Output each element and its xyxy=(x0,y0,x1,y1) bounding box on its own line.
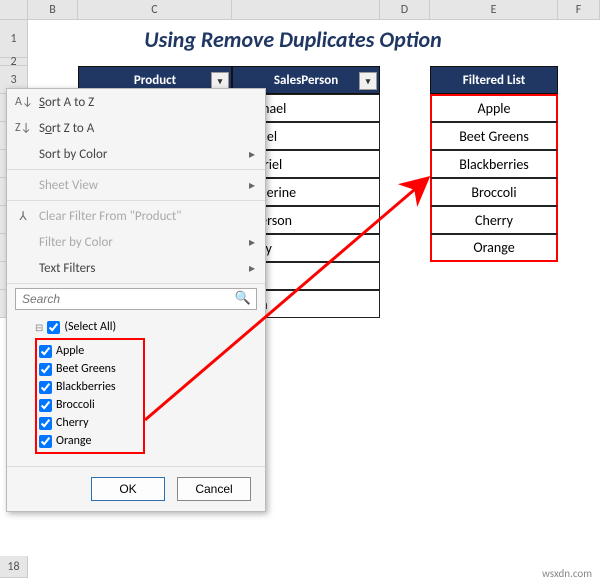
filter-item-row[interactable]: Beet Greens xyxy=(39,360,141,378)
sort-az[interactable]: A↓ Sort A to Z xyxy=(7,89,265,115)
select-all-checkbox[interactable] xyxy=(47,321,60,334)
filter-items-box: Apple Beet Greens Blackberries Broccoli Cher… xyxy=(35,338,145,454)
filter-item-row[interactable]: Broccoli xyxy=(39,396,141,414)
clear-filter-icon: ⅄ xyxy=(15,209,31,224)
col-head-spacer xyxy=(232,0,380,19)
filter-item-label: Broccoli xyxy=(56,398,95,412)
sort-za-icon: Z↓ xyxy=(15,121,31,135)
filter-checklist: ⊟ (Select All) Apple Beet Greens Blackberr… xyxy=(31,314,257,458)
clear-filter: ⅄ Clear Filter From "Product" xyxy=(7,203,265,229)
header-product-label: Product xyxy=(134,73,176,88)
cancel-button[interactable]: Cancel xyxy=(177,477,251,501)
filtered-cell[interactable]: Cherry xyxy=(430,206,558,234)
filtered-cell[interactable]: Blackberries xyxy=(430,150,558,178)
header-filtered: Filtered List xyxy=(430,66,558,94)
filtered-cell[interactable]: Apple xyxy=(430,94,558,122)
chevron-right-icon: ▸ xyxy=(249,261,255,276)
filter-item-row[interactable]: Apple xyxy=(39,342,141,360)
filter-item-row[interactable]: Blackberries xyxy=(39,378,141,396)
text-filters-label: Text Filters xyxy=(39,261,95,276)
sheet-view-label: Sheet View xyxy=(39,178,98,193)
row-head-18[interactable]: 18 xyxy=(0,556,28,578)
filter-dropdown-salesperson[interactable]: ▾ xyxy=(359,72,377,90)
select-all-corner[interactable] xyxy=(0,0,28,19)
filter-item-checkbox[interactable] xyxy=(39,399,52,412)
filter-item-checkbox[interactable] xyxy=(39,381,52,394)
filter-item-label: Orange xyxy=(56,434,91,448)
filter-item-checkbox[interactable] xyxy=(39,363,52,376)
sort-az-icon: A↓ xyxy=(15,95,31,109)
header-salesperson-label: SalesPerson xyxy=(274,73,338,88)
filtered-cell[interactable]: Broccoli xyxy=(430,178,558,206)
filter-item-label: Apple xyxy=(56,344,84,358)
sheet-view: Sheet View ▸ xyxy=(7,172,265,198)
col-head-C[interactable]: C xyxy=(78,0,232,19)
sort-by-color-label: Sort by Color xyxy=(39,147,107,162)
sort-by-color[interactable]: Sort by Color ▸ xyxy=(7,141,265,167)
watermark: wsxdn.com xyxy=(542,567,592,580)
sort-za[interactable]: Z↓ Sort Z to A xyxy=(7,115,265,141)
filter-item-label: Blackberries xyxy=(56,380,116,394)
col-head-E[interactable]: E xyxy=(430,0,558,19)
sheet-title: Using Remove Duplicates Option xyxy=(28,20,558,58)
select-all-row[interactable]: ⊟ (Select All) xyxy=(35,318,253,336)
filter-menu: A↓ Sort A to Z Z↓ Sort Z to A Sort by Co… xyxy=(6,88,266,512)
filter-by-color: Filter by Color ▸ xyxy=(7,229,265,255)
chevron-right-icon: ▸ xyxy=(249,147,255,162)
column-header-row: B C D E F xyxy=(0,0,600,20)
chevron-right-icon: ▸ xyxy=(249,178,255,193)
text-filters[interactable]: Text Filters ▸ xyxy=(7,255,265,281)
filter-by-color-label: Filter by Color xyxy=(39,235,113,250)
filter-item-checkbox[interactable] xyxy=(39,435,52,448)
row-head-1[interactable]: 1 xyxy=(0,20,28,58)
clear-filter-label: Clear Filter From "Product" xyxy=(39,209,181,224)
col-head-F[interactable]: F xyxy=(558,0,600,19)
filter-item-label: Cherry xyxy=(56,416,89,430)
filter-item-checkbox[interactable] xyxy=(39,345,52,358)
filtered-cell[interactable]: Beet Greens xyxy=(430,122,558,150)
filter-item-label: Beet Greens xyxy=(56,362,116,376)
filter-item-row[interactable]: Cherry xyxy=(39,414,141,432)
search-icon: 🔍 xyxy=(235,291,251,306)
select-all-label: (Select All) xyxy=(64,320,116,334)
filtered-cell[interactable]: Orange xyxy=(430,234,558,262)
filter-search-input[interactable] xyxy=(15,288,257,310)
filter-item-checkbox[interactable] xyxy=(39,417,52,430)
col-head-D[interactable]: D xyxy=(380,0,430,19)
filter-item-row[interactable]: Orange xyxy=(39,432,141,450)
chevron-right-icon: ▸ xyxy=(249,235,255,250)
ok-button[interactable]: OK xyxy=(91,477,165,501)
header-filtered-label: Filtered List xyxy=(463,73,525,88)
col-head-B[interactable]: B xyxy=(28,0,78,19)
row-head-2[interactable]: 2 xyxy=(0,58,28,66)
